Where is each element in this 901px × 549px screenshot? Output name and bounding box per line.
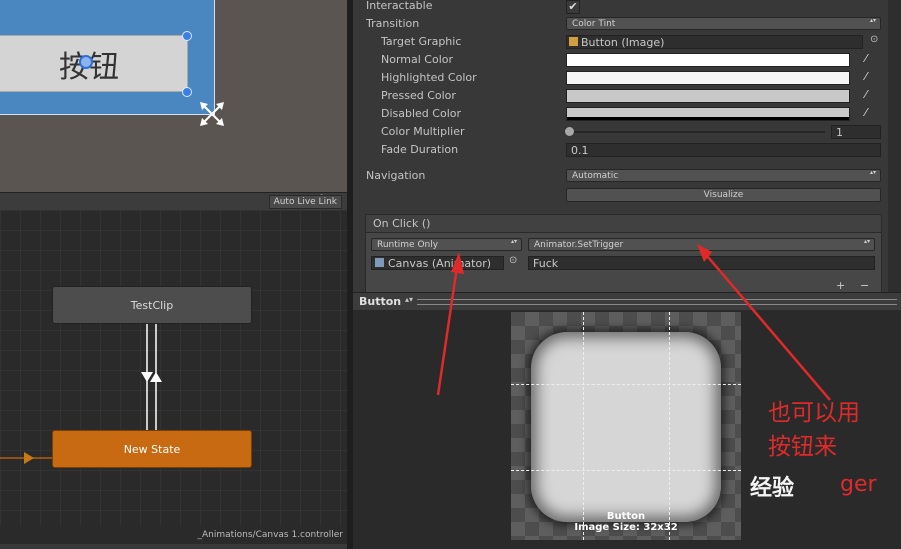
- annotation-text: 也可以用 按钮来: [768, 396, 860, 464]
- watermark-suffix: ger: [840, 472, 877, 497]
- watermark: 经验: [750, 476, 795, 501]
- annotation-line2: 按钮来: [768, 434, 837, 460]
- annotation-arrows: [436, 244, 831, 401]
- annotation-line1: 也可以用: [768, 400, 860, 426]
